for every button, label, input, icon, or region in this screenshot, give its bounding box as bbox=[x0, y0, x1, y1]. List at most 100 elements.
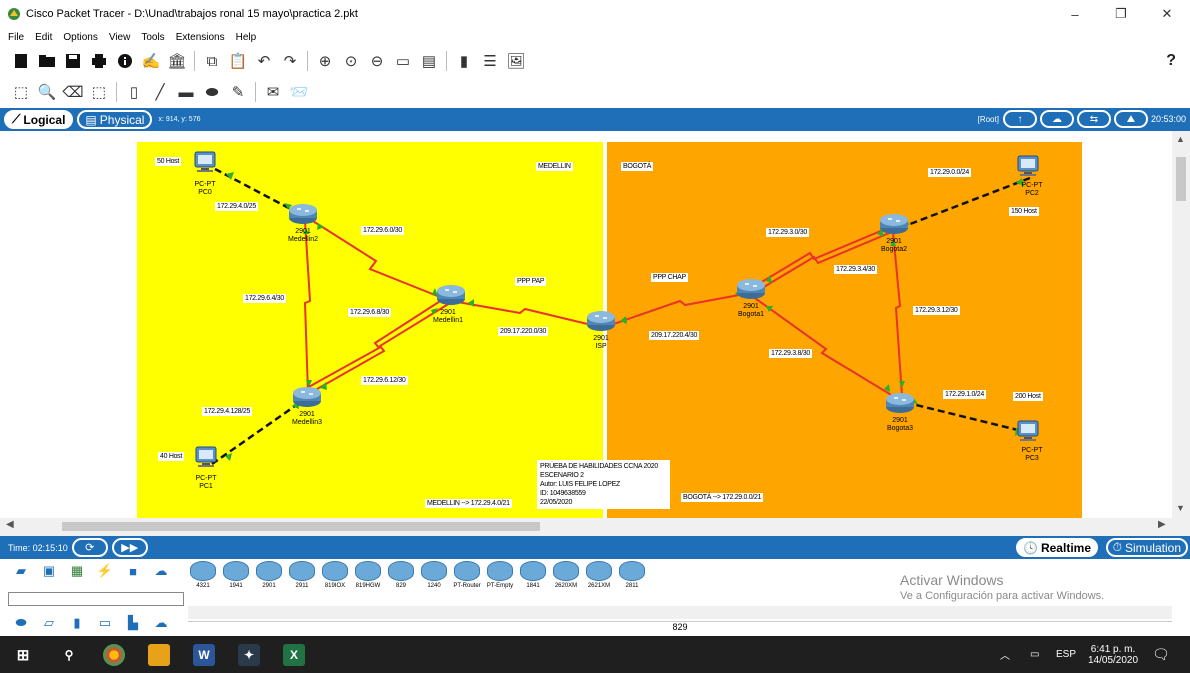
zoom-in-icon[interactable]: ⊕ bbox=[316, 52, 334, 70]
inspect-icon[interactable]: 🔍 bbox=[38, 83, 57, 101]
router-model-item[interactable]: 829 bbox=[386, 561, 416, 597]
scroll-down-icon[interactable]: ▼ bbox=[1176, 503, 1185, 513]
medellin3-label[interactable]: 2901 Medellin3 bbox=[292, 411, 322, 427]
new-file-icon[interactable] bbox=[12, 52, 30, 70]
close-button[interactable]: ✕ bbox=[1144, 0, 1190, 28]
router-model-item[interactable]: 2620XM bbox=[551, 561, 581, 597]
simulation-tab[interactable]: ⏱ Simulation bbox=[1105, 538, 1188, 557]
isp-label[interactable]: 2901 ISP bbox=[593, 335, 609, 351]
ellipse-icon[interactable]: ⬬ bbox=[203, 83, 221, 101]
open-folder-icon[interactable] bbox=[38, 52, 56, 70]
windows-start-icon[interactable]: ⊞ bbox=[12, 644, 34, 666]
physical-tab[interactable]: ▤ Physical bbox=[77, 110, 153, 129]
router-model-item[interactable]: 1941 bbox=[221, 561, 251, 597]
router-model-item[interactable]: PT-Router bbox=[452, 561, 482, 597]
language-indicator[interactable]: ESP bbox=[1056, 636, 1076, 673]
redo-icon[interactable]: ↷ bbox=[281, 52, 299, 70]
notifications-icon[interactable]: 🗨 bbox=[1152, 636, 1170, 673]
pc0-label[interactable]: PC-PT PC0 bbox=[195, 181, 216, 197]
print-icon[interactable] bbox=[90, 52, 108, 70]
line-icon[interactable]: ╱ bbox=[151, 83, 169, 101]
components-icon[interactable]: ▦ bbox=[66, 563, 88, 579]
scroll-up-icon[interactable]: ▲ bbox=[1176, 134, 1185, 144]
file-explorer-icon[interactable] bbox=[148, 644, 170, 666]
router-model-item[interactable]: PT-Empty bbox=[485, 561, 515, 597]
select-icon[interactable]: ⬚ bbox=[12, 83, 30, 101]
minimize-button[interactable]: – bbox=[1052, 0, 1098, 28]
root-label[interactable]: [Root] bbox=[978, 115, 999, 124]
word-icon[interactable]: W bbox=[193, 644, 215, 666]
router-model-item[interactable]: 1841 bbox=[518, 561, 548, 597]
realtime-tab[interactable]: 🕓 Realtime bbox=[1016, 538, 1098, 557]
scroll-right-icon[interactable]: ▶ bbox=[1158, 519, 1166, 530]
security-category-icon[interactable]: ▙ bbox=[122, 615, 144, 631]
maximize-button[interactable]: ❐ bbox=[1098, 0, 1144, 28]
network-icon[interactable]: ▭ bbox=[1030, 636, 1039, 673]
delete-icon[interactable]: ⌫ bbox=[62, 83, 83, 101]
end-devices-icon[interactable]: ▣ bbox=[38, 563, 60, 579]
menu-tools[interactable]: Tools bbox=[141, 32, 164, 43]
bogota2-label[interactable]: 2901 Bogota2 bbox=[881, 238, 907, 254]
clock[interactable]: 6:41 p. m. 14/05/2020 bbox=[1088, 636, 1138, 673]
activity-wizard-icon[interactable]: ✍ bbox=[142, 52, 161, 70]
back-icon[interactable]: ↑ bbox=[1002, 110, 1037, 128]
fast-forward-icon[interactable]: ▶▶ bbox=[111, 538, 148, 557]
menu-file[interactable]: File bbox=[8, 32, 24, 43]
horizontal-scroll-thumb[interactable] bbox=[62, 522, 540, 531]
cluster-icon[interactable]: ☁ bbox=[1039, 110, 1074, 128]
router-model-item[interactable]: 2621XM bbox=[584, 561, 614, 597]
note-icon[interactable]: ▯ bbox=[125, 83, 143, 101]
wireless-category-icon[interactable]: ▭ bbox=[94, 615, 116, 631]
power-cycle-icon[interactable]: ⟳ bbox=[71, 538, 108, 557]
undo-icon[interactable]: ↶ bbox=[255, 52, 273, 70]
logical-workspace[interactable]: MEDELLIN BOGOTÁ MEDELLIN --> 172.29.4.0/… bbox=[0, 131, 1172, 518]
logical-tab[interactable]: ⟋ Logical bbox=[4, 110, 74, 129]
simple-pdu-icon[interactable]: ✉ bbox=[264, 83, 282, 101]
hubs-category-icon[interactable]: ▮ bbox=[66, 615, 88, 631]
freeform-icon[interactable]: ✎ bbox=[229, 83, 247, 101]
menu-view[interactable]: View bbox=[109, 32, 131, 43]
info-icon[interactable] bbox=[116, 52, 134, 70]
menu-extensions[interactable]: Extensions bbox=[176, 32, 225, 43]
horizontal-scrollbar[interactable]: ◀ ▶ bbox=[0, 518, 1172, 534]
medellin1-label[interactable]: 2901 Medellin1 bbox=[433, 309, 463, 325]
wan-emulation-category-icon[interactable]: ☁ bbox=[150, 615, 172, 631]
bogota3-label[interactable]: 2901 Bogota3 bbox=[887, 417, 913, 433]
vertical-scrollbar[interactable]: ▲ ▼ bbox=[1172, 131, 1190, 518]
network-devices-icon[interactable]: ▰ bbox=[10, 563, 32, 579]
pc3-label[interactable]: PC-PT PC3 bbox=[1022, 447, 1043, 463]
save-icon[interactable] bbox=[64, 52, 82, 70]
vertical-scroll-thumb[interactable] bbox=[1176, 157, 1186, 201]
paste-icon[interactable]: 📋 bbox=[229, 52, 248, 70]
chrome-icon[interactable] bbox=[103, 644, 125, 666]
excel-icon[interactable]: X bbox=[283, 644, 305, 666]
copy-icon[interactable]: ⧉ bbox=[203, 52, 221, 70]
viewport-icon[interactable]: ▮ bbox=[455, 52, 473, 70]
connections-icon[interactable]: ⚡ bbox=[94, 563, 116, 579]
rectangle-icon[interactable]: ▬ bbox=[177, 83, 195, 101]
move-object-icon[interactable]: ⇆ bbox=[1076, 110, 1111, 128]
pdu-list-icon[interactable]: ☰ bbox=[481, 52, 499, 70]
network-info-icon[interactable]: 🏛 bbox=[167, 52, 186, 70]
routers-category-icon[interactable]: ⬬ bbox=[10, 615, 32, 631]
menu-help[interactable]: Help bbox=[236, 32, 257, 43]
resize-icon[interactable]: ⬚ bbox=[90, 83, 108, 101]
image-icon[interactable]: 🖼 bbox=[506, 52, 525, 70]
show-hidden-icons-icon[interactable]: ︿ bbox=[1000, 636, 1010, 673]
switches-category-icon[interactable]: ▱ bbox=[38, 615, 60, 631]
medellin2-label[interactable]: 2901 Medellin2 bbox=[288, 228, 318, 244]
router-model-item[interactable]: 2901 bbox=[254, 561, 284, 597]
device-search-input[interactable] bbox=[8, 592, 184, 606]
background-icon[interactable]: ⛰ bbox=[1113, 110, 1148, 128]
packet-tracer-taskbar-icon[interactable]: ✦ bbox=[238, 644, 260, 666]
router-model-item[interactable]: 1240 bbox=[419, 561, 449, 597]
multiuser-icon[interactable]: ☁ bbox=[150, 563, 172, 579]
router-model-item[interactable]: 2811 bbox=[617, 561, 647, 597]
menu-options[interactable]: Options bbox=[63, 32, 97, 43]
search-icon[interactable]: ⚲ bbox=[58, 644, 80, 666]
miscellaneous-icon[interactable]: ■ bbox=[122, 563, 144, 579]
router-model-item[interactable]: 819HGW bbox=[353, 561, 383, 597]
scroll-left-icon[interactable]: ◀ bbox=[6, 519, 14, 530]
zoom-out-icon[interactable]: ⊖ bbox=[368, 52, 386, 70]
custom-devices-icon[interactable]: ▤ bbox=[420, 52, 438, 70]
